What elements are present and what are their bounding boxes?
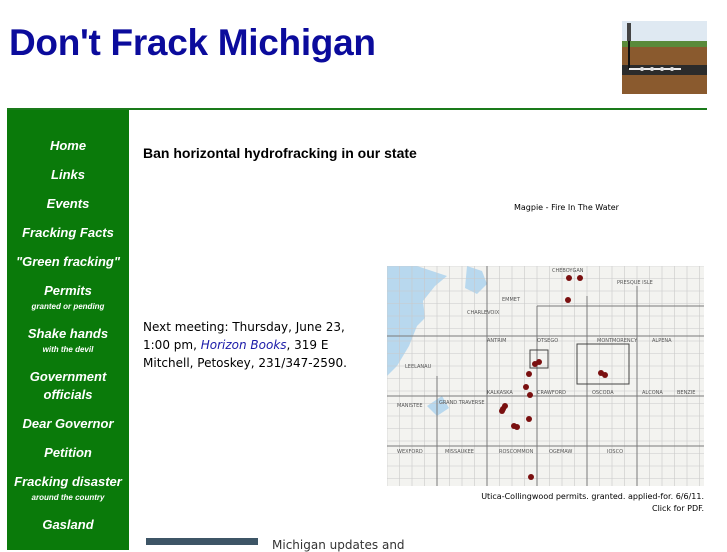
permit-dot: [526, 371, 532, 377]
permit-dot: [527, 392, 533, 398]
nav-petition[interactable]: Petition: [7, 444, 129, 462]
map-county-label: CRAWFORD: [537, 390, 566, 396]
map-county-label: EMMET: [502, 297, 521, 303]
nav-green-fracking-label: "Green fracking": [15, 254, 121, 269]
bottom-teaser-text[interactable]: Michigan updates and: [272, 538, 405, 552]
map-county-label: GRAND TRAVERSE: [439, 400, 485, 406]
nav-government-officials[interactable]: Government officials: [7, 368, 129, 404]
map-county-label: MISSAUKEE: [445, 449, 474, 455]
fracking-well-diagram-logo: [622, 21, 707, 94]
nav-links-label: Links: [51, 167, 85, 182]
map-county-label: OSCODA: [592, 390, 614, 396]
nav-shake-hands[interactable]: Shake hands with the devil: [7, 325, 129, 356]
permit-dot: [536, 359, 542, 365]
map-county-label: MANISTEE: [397, 403, 423, 409]
nav-fracking-disaster[interactable]: Fracking disaster around the country: [7, 473, 129, 504]
permit-dot: [523, 384, 529, 390]
map-county-label: MONTMORENCY: [597, 338, 638, 344]
map-county-label: CHARLEVOIX: [467, 310, 500, 316]
permit-dot: [500, 406, 506, 412]
nav-links[interactable]: Links: [7, 166, 129, 184]
permit-dot: [528, 474, 534, 480]
nav-permits-sub: granted or pending: [31, 302, 105, 311]
nav-gasland[interactable]: Gasland: [7, 516, 129, 534]
map-county-label: LEELANAU: [405, 364, 432, 370]
nav-government-officials-label: Government officials: [29, 369, 107, 402]
nav-home-label: Home: [49, 138, 87, 153]
permit-dot: [577, 275, 583, 281]
map-caption-line1: Utica-Collingwood permits. granted. appl…: [481, 492, 704, 501]
permit-dot: [566, 275, 572, 281]
map-county-label: IOSCO: [607, 449, 623, 455]
site-title: Don't Frack Michigan: [9, 22, 376, 63]
map-county-label: ALCONA: [642, 390, 663, 396]
video-thumbnail[interactable]: [146, 538, 258, 545]
permit-dot: [514, 424, 520, 430]
nav-green-fracking[interactable]: "Green fracking": [7, 253, 129, 271]
nav-home[interactable]: Home: [7, 137, 129, 155]
meeting-notice: Next meeting: Thursday, June 23, 1:00 pm…: [143, 318, 373, 372]
nav-fracking-facts-label: Fracking Facts: [22, 225, 114, 240]
map-caption[interactable]: Utica-Collingwood permits. granted. appl…: [420, 491, 704, 515]
nav-events-label: Events: [46, 196, 90, 211]
nav-petition-label: Petition: [44, 445, 92, 460]
map-county-label: CHEBOYGAN: [552, 268, 584, 274]
nav-fracking-facts[interactable]: Fracking Facts: [7, 224, 129, 242]
map-county-label: PRESQUE ISLE: [617, 280, 653, 286]
nav-permits-label: Permits: [44, 283, 92, 298]
nav-fracking-disaster-label: Fracking disaster: [14, 474, 122, 489]
map-county-label: ALPENA: [652, 338, 672, 344]
nav-shake-hands-sub: with the devil: [42, 345, 94, 354]
nav-permits[interactable]: Permits granted or pending: [7, 282, 129, 313]
permit-dot: [526, 416, 532, 422]
permit-dot: [565, 297, 571, 303]
map-county-label: BENZIE: [677, 390, 695, 396]
nav-gasland-label: Gasland: [42, 517, 94, 532]
map-county-label: ROSCOMMON: [499, 449, 534, 455]
permits-map[interactable]: CHEBOYGAN PRESQUE ISLE CHARLEVOIX EMMET ANTR…: [387, 266, 704, 486]
permit-dot: [602, 372, 608, 378]
map-county-label: OTSEGO: [537, 338, 558, 344]
video-caption[interactable]: Magpie - Fire In The Water: [514, 203, 619, 212]
nav-events[interactable]: Events: [7, 195, 129, 213]
map-county-label: KALKASKA: [487, 390, 513, 396]
map-county-label: OGEMAW: [549, 449, 572, 455]
horizon-books-link[interactable]: Horizon Books: [201, 338, 287, 352]
map-county-label: ANTRIM: [487, 338, 506, 344]
nav-dear-governor-label: Dear Governor: [22, 416, 114, 431]
nav-fracking-disaster-sub: around the country: [31, 493, 105, 502]
sidebar-nav: Home Links Events Fracking Facts "Green …: [7, 110, 129, 550]
map-caption-line2: Click for PDF.: [652, 504, 704, 513]
map-county-label: WEXFORD: [397, 449, 423, 455]
nav-shake-hands-label: Shake hands: [27, 326, 109, 341]
nav-dear-governor[interactable]: Dear Governor: [7, 415, 129, 433]
page-heading: Ban horizontal hydrofracking in our stat…: [143, 145, 417, 161]
